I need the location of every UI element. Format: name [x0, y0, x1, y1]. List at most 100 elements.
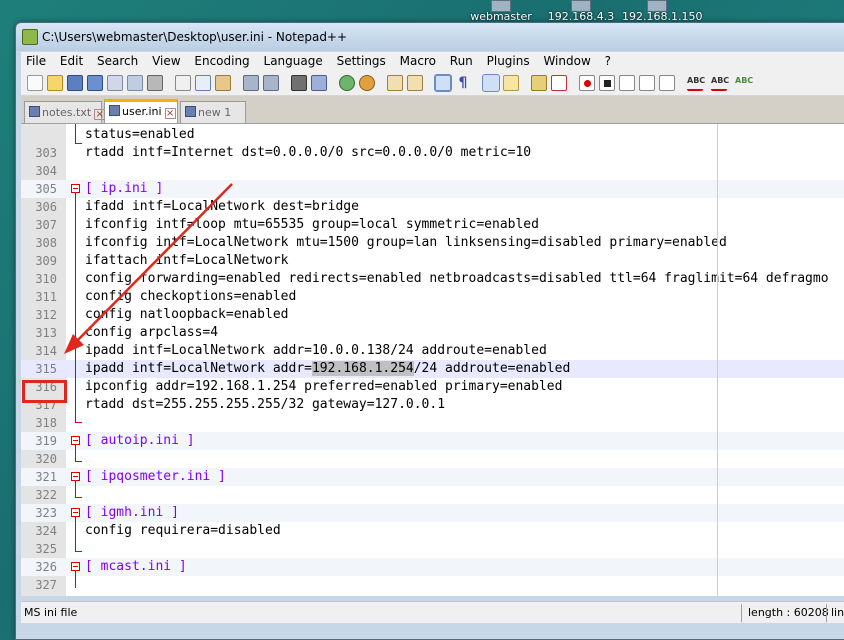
paste-icon[interactable]: [215, 75, 231, 91]
print-icon[interactable]: [147, 75, 163, 91]
line-text: ifadd intf=LocalNetwork dest=bridge: [85, 199, 359, 214]
indent-guide-icon[interactable]: [482, 74, 500, 92]
editor-line: 310 config forwarding=enabled redirects=…: [21, 270, 844, 288]
editor-line: 320: [21, 450, 844, 468]
desktop-icon-host-2[interactable]: 192.168.1.150: [622, 0, 702, 23]
notepadpp-app-icon[interactable]: [22, 29, 38, 45]
menu-encoding[interactable]: Encoding: [189, 52, 254, 70]
notepadpp-window: C:\Users\webmaster\Desktop\user.ini - No…: [15, 22, 844, 640]
menu-window[interactable]: Window: [538, 52, 595, 70]
sync-horizontal-icon[interactable]: [407, 75, 423, 91]
menu-language[interactable]: Language: [259, 52, 328, 70]
function-list-icon[interactable]: [551, 75, 567, 91]
run-macro-multiple-icon[interactable]: [639, 75, 655, 91]
save-macro-icon[interactable]: [659, 75, 675, 91]
section-header-text: [ mcast.ini ]: [85, 559, 187, 574]
menu-settings[interactable]: Settings: [332, 52, 391, 70]
record-macro-icon[interactable]: [579, 75, 595, 91]
saved-file-icon: [29, 106, 40, 117]
status-separator: [826, 604, 827, 622]
redo-icon[interactable]: [263, 75, 279, 91]
line-text: ipadd intf=LocalNetwork addr=192.168.1.2…: [85, 361, 570, 376]
spell-check-icon[interactable]: ABC: [687, 75, 705, 91]
line-number: 315: [35, 362, 57, 376]
spell-next-icon[interactable]: ABC: [735, 75, 753, 91]
undo-icon[interactable]: [243, 75, 259, 91]
editor-pane[interactable]: status=enabled 303 rtadd intf=Internet d…: [21, 123, 844, 596]
fold-guide-line: [75, 570, 76, 588]
line-number: 313: [35, 326, 57, 340]
new-file-icon[interactable]: [27, 75, 43, 91]
tab-close-icon[interactable]: ×: [164, 108, 176, 119]
line-number: 303: [35, 146, 57, 160]
menu-help[interactable]: ?: [600, 52, 616, 70]
cut-icon[interactable]: [175, 75, 191, 91]
tab-user-ini[interactable]: user.ini ×: [104, 99, 178, 123]
zoom-in-icon[interactable]: [339, 75, 355, 91]
line-text: ipconfig addr=192.168.1.254 preferred=en…: [85, 379, 563, 394]
open-file-icon[interactable]: [47, 75, 63, 91]
word-wrap-icon[interactable]: [434, 74, 452, 92]
line-number: 326: [35, 560, 57, 574]
status-bar: MS ini file length : 60208 lin: [21, 601, 844, 623]
fold-guide-line: [75, 480, 76, 498]
line-number: 324: [35, 524, 57, 538]
editor-line: status=enabled: [21, 126, 844, 144]
menu-file[interactable]: File: [21, 52, 51, 70]
fold-guide-end: [75, 461, 82, 462]
line-number: 325: [35, 542, 57, 556]
sync-vertical-icon[interactable]: [387, 75, 403, 91]
line-number: 318: [35, 416, 57, 430]
fold-guide-line: [75, 444, 76, 462]
line-number: 312: [35, 308, 57, 322]
menu-macro[interactable]: Macro: [395, 52, 441, 70]
editor-line-section: 321 [ ipqosmeter.ini ]: [21, 468, 844, 486]
tab-notes-txt[interactable]: notes.txt ×: [24, 101, 106, 123]
line-number: 305: [35, 182, 57, 196]
tab-new-1[interactable]: new 1: [180, 101, 246, 123]
line-text: config requirera=disabled: [85, 523, 281, 538]
editor-line: 311 config checkoptions=enabled: [21, 288, 844, 306]
line-number: 311: [35, 290, 57, 304]
line-number: 310: [35, 272, 57, 286]
menu-run[interactable]: Run: [445, 52, 478, 70]
close-icon[interactable]: [107, 75, 123, 91]
menu-plugins[interactable]: Plugins: [482, 52, 535, 70]
play-macro-icon[interactable]: [619, 75, 635, 91]
menu-view[interactable]: View: [147, 52, 185, 70]
tab-label: notes.txt: [42, 106, 92, 119]
fold-guide-end: [75, 143, 82, 144]
editor-line-section: 323 [ igmh.ini ]: [21, 504, 844, 522]
line-number: 314: [35, 344, 57, 358]
selected-text[interactable]: 192.168.1.254: [311, 361, 414, 376]
desktop-icon-host-1[interactable]: 192.168.4.3: [546, 0, 616, 23]
copy-icon[interactable]: [195, 75, 211, 91]
line-number: 309: [35, 254, 57, 268]
doc-map-icon[interactable]: [531, 75, 547, 91]
menu-search[interactable]: Search: [92, 52, 143, 70]
fold-guide-line: [75, 192, 76, 422]
save-icon[interactable]: [67, 75, 83, 91]
section-header-text: [ ipqosmeter.ini ]: [85, 469, 226, 484]
menu-edit[interactable]: Edit: [55, 52, 88, 70]
editor-line: 306 ifadd intf=LocalNetwork dest=bridge: [21, 198, 844, 216]
save-all-icon[interactable]: [87, 75, 103, 91]
replace-icon[interactable]: [311, 75, 327, 91]
user-defined-language-icon[interactable]: [503, 75, 519, 91]
close-all-icon[interactable]: [127, 75, 143, 91]
show-all-chars-icon[interactable]: ¶: [455, 75, 471, 91]
line-number: 306: [35, 200, 57, 214]
section-header-text: [ igmh.ini ]: [85, 505, 179, 520]
fold-guide-end: [75, 422, 82, 423]
spell-check-auto-icon[interactable]: ABC: [711, 75, 729, 91]
status-language: MS ini file: [24, 606, 78, 619]
title-bar[interactable]: C:\Users\webmaster\Desktop\user.ini - No…: [16, 23, 844, 51]
stop-recording-icon[interactable]: [599, 75, 615, 91]
zoom-out-icon[interactable]: [359, 75, 375, 91]
line-number: 322: [35, 488, 57, 502]
line-number: 321: [35, 470, 57, 484]
line-text: ifconfig intf=loop mtu=65535 group=local…: [85, 217, 539, 232]
desktop-icon-webmaster[interactable]: webmaster: [466, 0, 536, 23]
editor-line: 318: [21, 414, 844, 432]
find-icon[interactable]: [291, 75, 307, 91]
